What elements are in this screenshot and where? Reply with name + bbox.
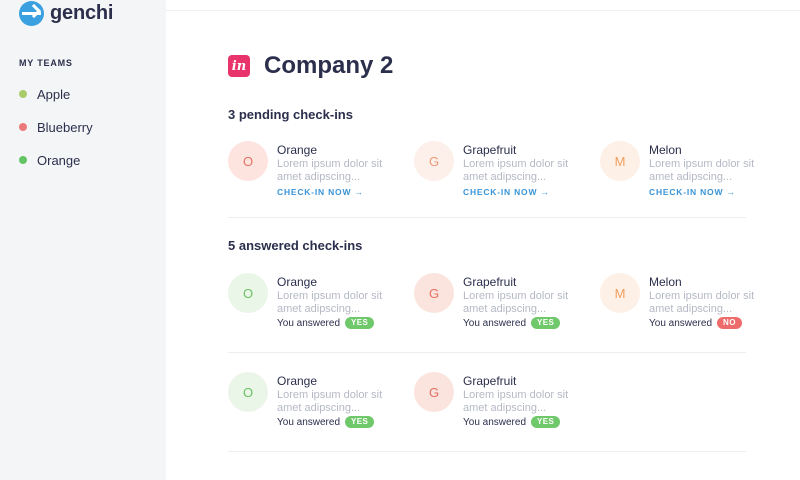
checkin-name: Grapefruit — [463, 374, 517, 388]
my-teams-heading: MY TEAMS — [19, 58, 73, 68]
team-color-dot — [19, 156, 27, 164]
section-divider — [228, 217, 746, 218]
logo[interactable]: genchi — [19, 0, 113, 26]
avatar: M — [600, 141, 640, 181]
avatar: M — [600, 273, 640, 313]
check-in-now-link[interactable]: CHECK-IN NOW → — [649, 187, 736, 197]
answer-label: You answered — [649, 317, 713, 329]
row-divider — [228, 352, 746, 353]
company-logo-icon: in — [228, 55, 250, 77]
checkin-name: Orange — [277, 374, 318, 388]
answered-checkin-card: G Grapefruit Lorem ipsum dolor sit amet … — [414, 372, 584, 452]
avatar: G — [414, 273, 454, 313]
company-header: in Company 2 — [228, 52, 393, 80]
answer-status: You answered YES — [277, 416, 375, 428]
checkin-name: Orange — [277, 143, 318, 157]
pending-section-title: 3 pending check-ins — [228, 107, 353, 122]
checkin-name: Melon — [649, 275, 682, 289]
answered-row: O Orange Lorem ipsum dolor sit amet adip… — [228, 273, 754, 363]
checkin-description: Lorem ipsum dolor sit amet adipscing... — [649, 158, 755, 183]
answer-label: You answered — [277, 317, 341, 329]
checkin-name: Melon — [649, 143, 682, 157]
avatar: O — [228, 372, 268, 412]
answer-badge: YES — [345, 317, 375, 329]
checkin-name: Grapefruit — [463, 143, 517, 157]
checkin-name: Orange — [277, 275, 318, 289]
answer-badge: NO — [717, 317, 742, 329]
check-in-now-link[interactable]: CHECK-IN NOW → — [277, 187, 364, 197]
sidebar-item-label: Apple — [37, 86, 71, 102]
team-color-dot — [19, 123, 27, 131]
checkin-description: Lorem ipsum dolor sit amet adipscing... — [463, 389, 569, 414]
checkin-description: Lorem ipsum dolor sit amet adipscing... — [463, 158, 569, 183]
answered-section-title: 5 answered check-ins — [228, 238, 363, 253]
answered-checkin-card: O Orange Lorem ipsum dolor sit amet adip… — [228, 372, 398, 452]
checkin-description: Lorem ipsum dolor sit amet adipscing... — [463, 290, 569, 315]
team-list: Apple Blueberry Orange — [19, 85, 93, 184]
answer-badge: YES — [531, 416, 561, 428]
answer-badge: YES — [531, 317, 561, 329]
answer-status: You answered YES — [277, 317, 375, 329]
answer-label: You answered — [277, 416, 341, 428]
header-divider — [166, 10, 800, 11]
check-in-now-link[interactable]: CHECK-IN NOW → — [463, 187, 550, 197]
pending-checkin-card: M Melon Lorem ipsum dolor sit amet adips… — [600, 141, 770, 221]
answer-status: You answered NO — [649, 317, 742, 329]
genchi-logo-icon — [19, 0, 44, 26]
answered-checkin-card: M Melon Lorem ipsum dolor sit amet adips… — [600, 273, 770, 353]
sidebar: genchi MY TEAMS Apple Blueberry Orange — [0, 0, 166, 480]
sidebar-item-apple[interactable]: Apple — [19, 85, 93, 103]
checkin-name: Grapefruit — [463, 275, 517, 289]
section-divider — [228, 451, 746, 452]
sidebar-item-orange[interactable]: Orange — [19, 151, 93, 169]
avatar: G — [414, 372, 454, 412]
answer-status: You answered YES — [463, 416, 561, 428]
avatar: O — [228, 141, 268, 181]
answer-label: You answered — [463, 416, 527, 428]
checkin-description: Lorem ipsum dolor sit amet adipscing... — [277, 158, 383, 183]
sidebar-item-blueberry[interactable]: Blueberry — [19, 118, 93, 136]
answered-row: O Orange Lorem ipsum dolor sit amet adip… — [228, 372, 748, 462]
avatar: G — [414, 141, 454, 181]
checkin-description: Lorem ipsum dolor sit amet adipscing... — [277, 389, 383, 414]
answer-label: You answered — [463, 317, 527, 329]
pending-checkin-card: G Grapefruit Lorem ipsum dolor sit amet … — [414, 141, 584, 221]
answered-checkin-card: G Grapefruit Lorem ipsum dolor sit amet … — [414, 273, 584, 353]
page-title: Company 2 — [264, 52, 394, 79]
sidebar-item-label: Orange — [37, 152, 81, 168]
answer-badge: YES — [345, 416, 375, 428]
checkin-description: Lorem ipsum dolor sit amet adipscing... — [649, 290, 755, 315]
answer-status: You answered YES — [463, 317, 561, 329]
team-color-dot — [19, 90, 27, 98]
checkin-description: Lorem ipsum dolor sit amet adipscing... — [277, 290, 383, 315]
answered-checkin-card: O Orange Lorem ipsum dolor sit amet adip… — [228, 273, 398, 353]
sidebar-item-label: Blueberry — [37, 119, 93, 135]
avatar: O — [228, 273, 268, 313]
pending-checkin-card: O Orange Lorem ipsum dolor sit amet adip… — [228, 141, 398, 221]
logo-text: genchi — [50, 1, 114, 24]
